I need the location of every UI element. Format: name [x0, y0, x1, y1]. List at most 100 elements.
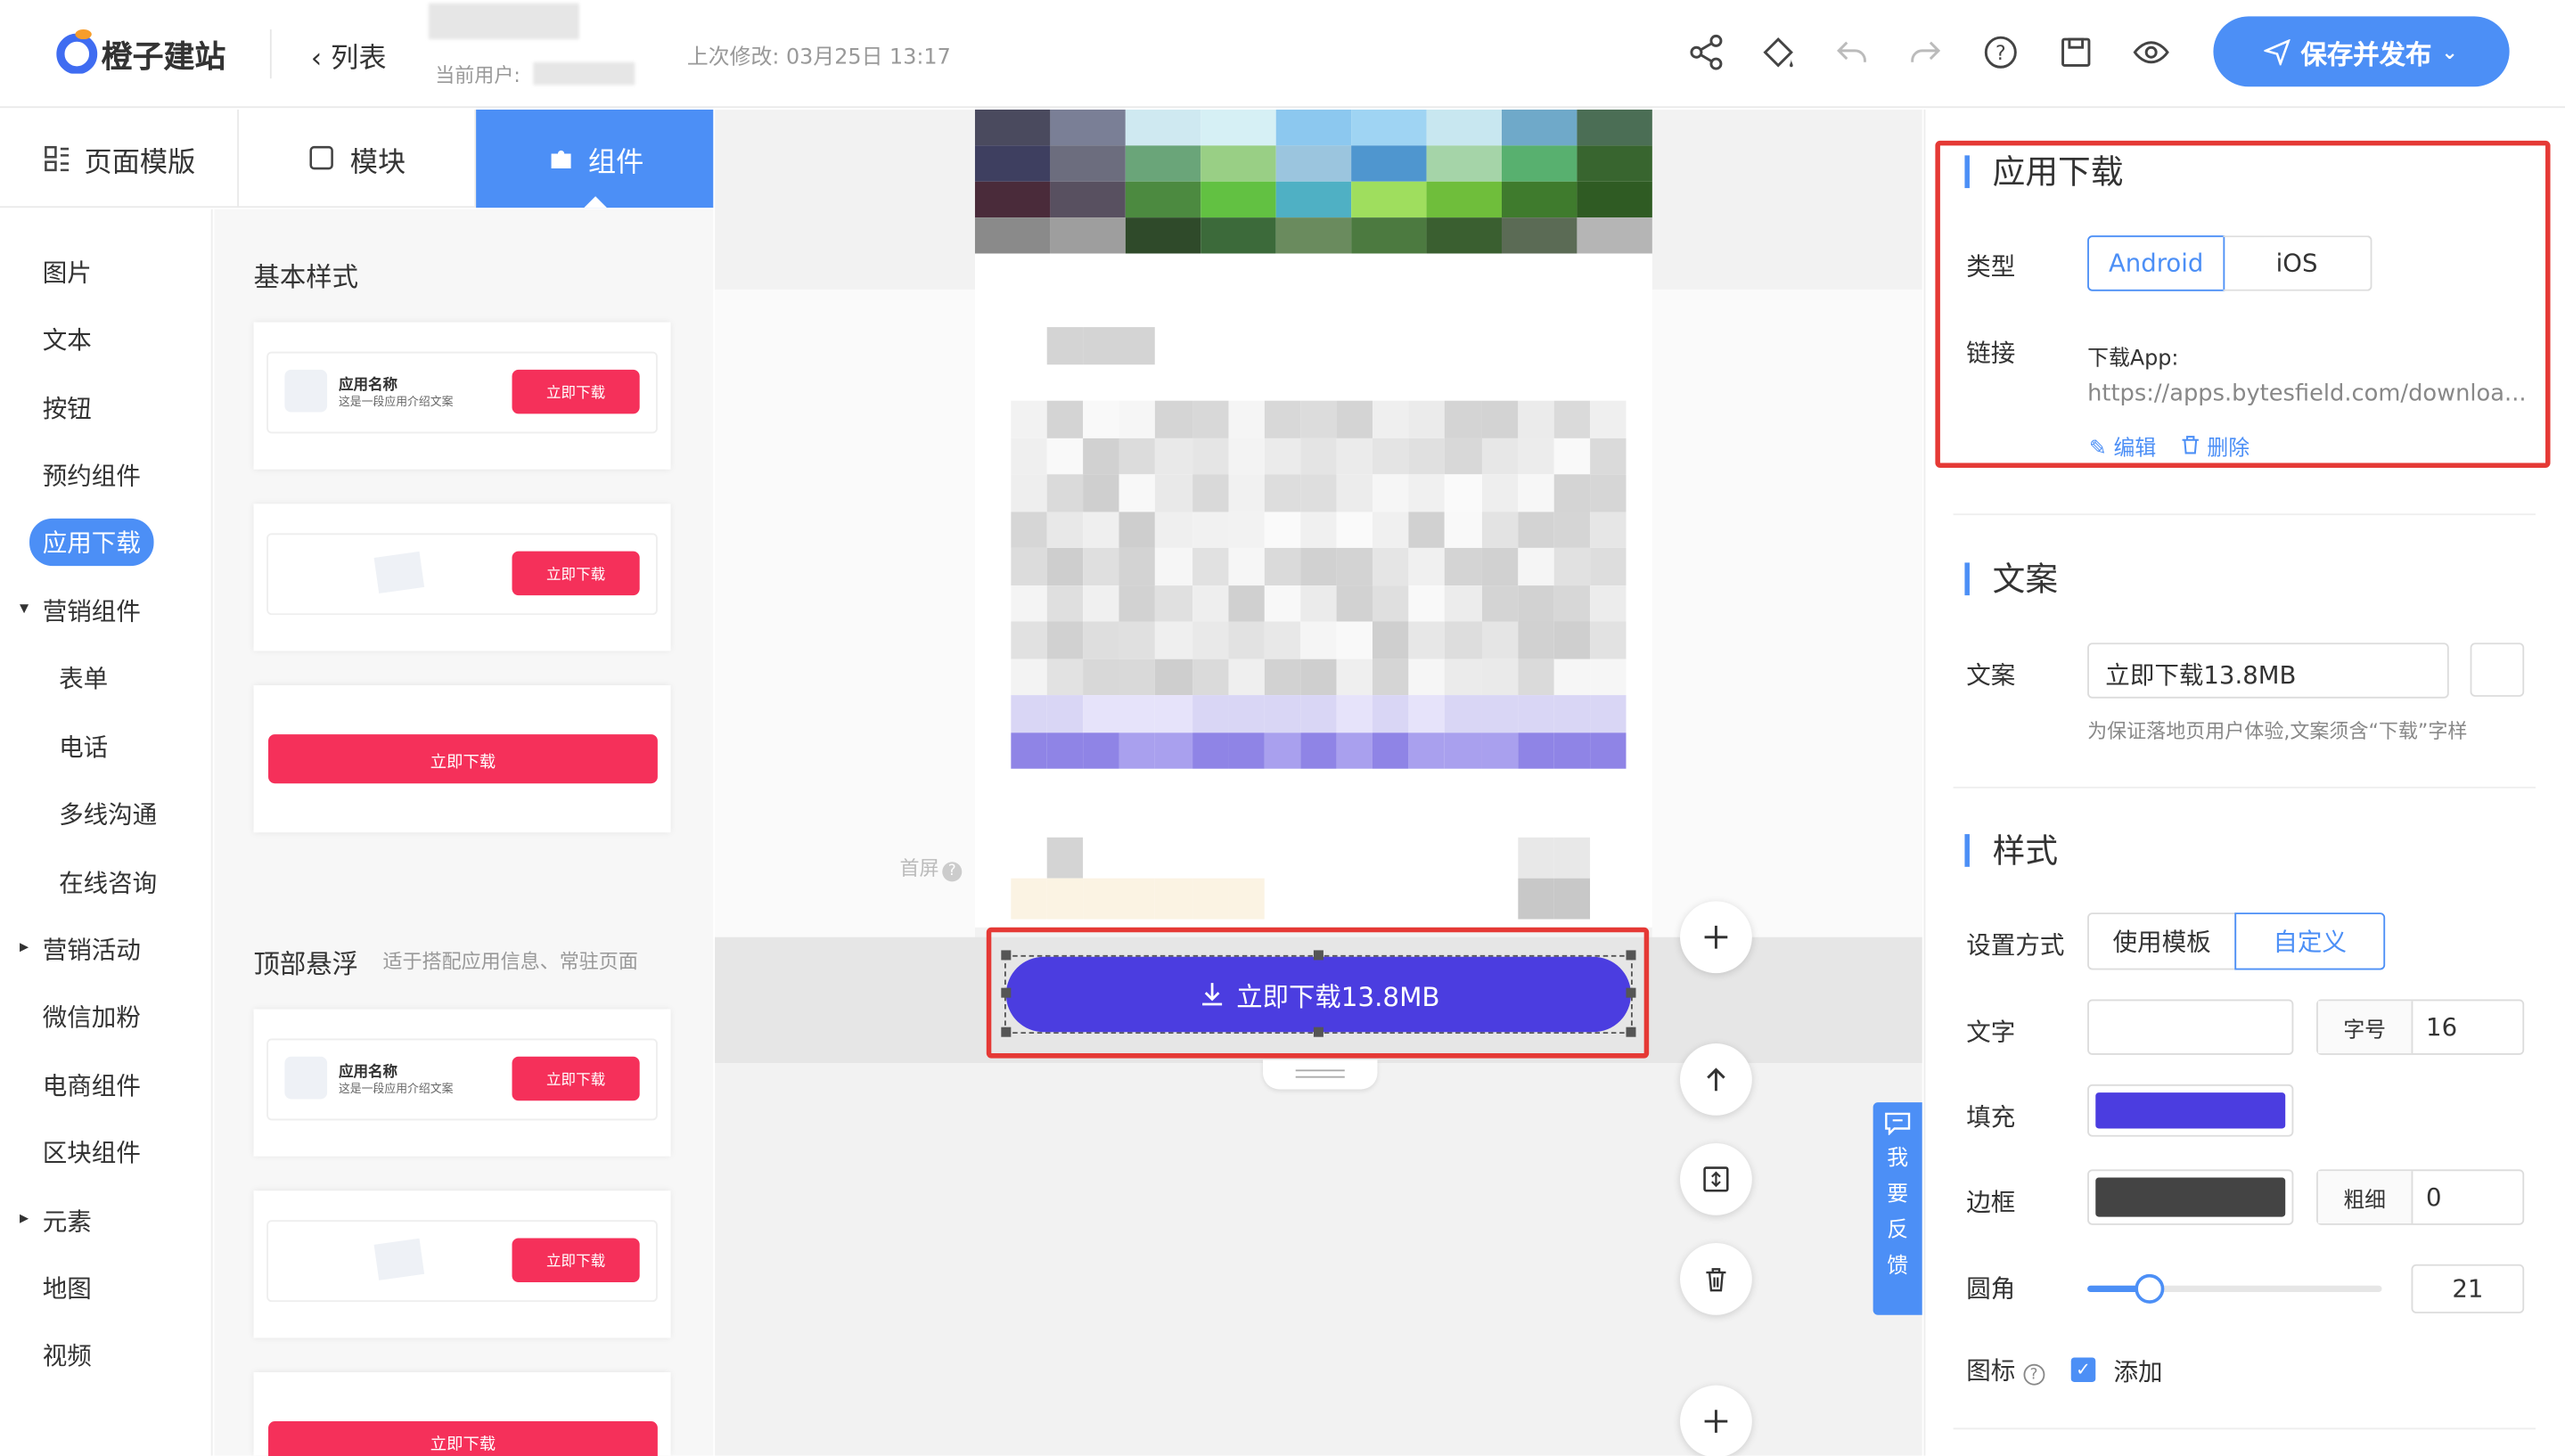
- help-icon: ?: [942, 862, 963, 882]
- category-item[interactable]: 预约组件: [43, 458, 141, 493]
- setting-custom-option[interactable]: 自定义: [2234, 912, 2386, 970]
- top-float-heading: 顶部悬浮: [253, 948, 359, 980]
- download-button-preview: 立即下载: [268, 734, 658, 784]
- category-item[interactable]: 微信加粉: [43, 1000, 141, 1035]
- add-block-bottom-button[interactable]: [1680, 1385, 1752, 1456]
- caret-right-icon: ▸: [20, 935, 29, 957]
- radius-input[interactable]: 21: [2411, 1264, 2525, 1313]
- save-icon[interactable]: [2056, 33, 2095, 72]
- copy-color-swatch[interactable]: [2470, 642, 2525, 697]
- category-item[interactable]: 电商组件: [43, 1067, 141, 1102]
- resize-handle[interactable]: [1313, 950, 1323, 961]
- app-desc: 这是一段应用介绍文案: [338, 396, 454, 409]
- copy-section-title: 文案: [1964, 562, 2058, 595]
- category-item[interactable]: 文本: [43, 323, 92, 357]
- delete-link-button[interactable]: 删除: [2181, 430, 2249, 462]
- component-card-float-1[interactable]: 应用名称 这是一段应用介绍文案 立即下载: [253, 1009, 671, 1157]
- border-color-swatch: [2095, 1177, 2286, 1217]
- category-item[interactable]: 图片: [43, 255, 92, 290]
- border-width-input[interactable]: 粗细 0: [2316, 1169, 2525, 1225]
- category-item[interactable]: ▾ 营销组件: [20, 593, 141, 628]
- category-item[interactable]: 应用下载: [29, 518, 154, 566]
- border-color-picker[interactable]: [2087, 1169, 2294, 1225]
- category-item[interactable]: 多线沟通: [59, 797, 157, 831]
- card-preview: 立即下载: [266, 533, 658, 616]
- help-icon[interactable]: ?: [1981, 33, 2020, 72]
- text-color-label: 文字: [1966, 1017, 2016, 1047]
- drag-handle[interactable]: [1263, 1059, 1378, 1090]
- delete-block-button[interactable]: [1680, 1242, 1752, 1315]
- resize-handle[interactable]: [1313, 1027, 1323, 1037]
- message-icon: [1885, 1112, 1911, 1135]
- radius-slider-thumb[interactable]: [2135, 1273, 2165, 1304]
- chevron-left-icon: ‹: [310, 42, 332, 76]
- font-size-value[interactable]: 16: [2413, 1001, 2470, 1053]
- divider: [1953, 513, 2536, 516]
- resize-handle[interactable]: [1626, 1027, 1636, 1037]
- resize-handle[interactable]: [1001, 1027, 1012, 1037]
- component-card-basic-3[interactable]: 立即下载: [253, 685, 671, 833]
- redo-icon[interactable]: [1905, 33, 1945, 72]
- category-item[interactable]: ▸ 营销活动: [20, 932, 141, 967]
- add-block-button[interactable]: [1680, 901, 1752, 974]
- app-icon-placeholder: [284, 1056, 328, 1100]
- fill-color-picker[interactable]: [2087, 1084, 2294, 1137]
- paint-bucket-icon[interactable]: [1758, 33, 1798, 72]
- share-icon[interactable]: [1686, 33, 1725, 72]
- page-name-blurred: [428, 3, 579, 40]
- type-android-option[interactable]: Android: [2087, 235, 2225, 291]
- resize-handle[interactable]: [1001, 950, 1012, 961]
- font-size-input[interactable]: 字号 16: [2316, 999, 2525, 1055]
- download-button-preview: 立即下载: [512, 551, 640, 596]
- app-image-placeholder: [373, 551, 425, 593]
- type-ios-option[interactable]: iOS: [2223, 235, 2372, 291]
- tab-page-template[interactable]: 页面模版: [0, 109, 239, 209]
- download-button-preview: 立即下载: [512, 1056, 640, 1101]
- app-name: 应用名称: [338, 378, 398, 395]
- border-width-label: 粗细: [2317, 1171, 2413, 1223]
- divider: [269, 29, 272, 79]
- last-modified: 上次修改: 03月25日 13:17: [686, 45, 951, 70]
- save-and-publish-button[interactable]: 保存并发布 ⌄: [2213, 16, 2510, 87]
- tab-component[interactable]: 组件: [476, 109, 714, 209]
- icon-add-checkbox[interactable]: ✓: [2070, 1357, 2096, 1382]
- category-item[interactable]: 视频: [43, 1338, 92, 1373]
- card-preview: 立即下载: [266, 1220, 658, 1303]
- preview-icon[interactable]: [2132, 33, 2171, 72]
- category-item[interactable]: ▸ 元素: [20, 1203, 92, 1238]
- divider: [1953, 786, 2536, 789]
- undo-icon[interactable]: [1832, 33, 1872, 72]
- category-item[interactable]: 电话: [59, 729, 108, 764]
- move-up-button[interactable]: [1680, 1043, 1752, 1116]
- resize-handle[interactable]: [1626, 950, 1636, 961]
- adjust-height-button[interactable]: [1680, 1143, 1752, 1215]
- download-app-button[interactable]: 立即下载13.8MB: [1005, 956, 1631, 1033]
- component-card-float-3[interactable]: 立即下载: [253, 1371, 671, 1456]
- first-screen-label: 首屏?: [900, 854, 963, 882]
- resize-handle[interactable]: [1001, 987, 1012, 998]
- category-item[interactable]: 在线咨询: [59, 864, 157, 899]
- component-card-float-2[interactable]: 立即下载: [253, 1190, 671, 1338]
- pencil-icon: ✎: [2088, 437, 2107, 462]
- current-user-label: 当前用户:: [435, 63, 520, 87]
- resize-handle[interactable]: [1626, 987, 1636, 998]
- copy-input[interactable]: 立即下载13.8MB: [2087, 642, 2449, 699]
- copy-hint: 为保证落地页用户体验,文案须含“下载”字样: [2087, 719, 2468, 743]
- component-card-basic-1[interactable]: 应用名称 这是一段应用介绍文案 立即下载: [253, 322, 671, 470]
- category-item[interactable]: 按钮: [43, 390, 92, 425]
- caret-down-icon: ▾: [20, 596, 29, 618]
- brand-logo-icon: [56, 29, 98, 74]
- back-to-list-button[interactable]: ‹ 列表: [311, 35, 387, 76]
- category-item[interactable]: 地图: [43, 1271, 92, 1305]
- category-item[interactable]: 表单: [59, 661, 108, 696]
- edit-link-button[interactable]: ✎ 编辑: [2089, 430, 2156, 462]
- feedback-tab[interactable]: 我 要 反 馈: [1873, 1102, 1922, 1315]
- setting-template-option[interactable]: 使用模板: [2087, 912, 2237, 970]
- app-download-section-title: 应用下载: [1964, 155, 2123, 189]
- category-item[interactable]: 区块组件: [43, 1135, 141, 1170]
- tab-module[interactable]: 模块: [239, 109, 477, 209]
- component-card-basic-2[interactable]: 立即下载: [253, 503, 671, 651]
- send-icon: [2265, 38, 2291, 65]
- border-width-value[interactable]: 0: [2413, 1171, 2454, 1223]
- text-color-picker[interactable]: [2087, 999, 2294, 1055]
